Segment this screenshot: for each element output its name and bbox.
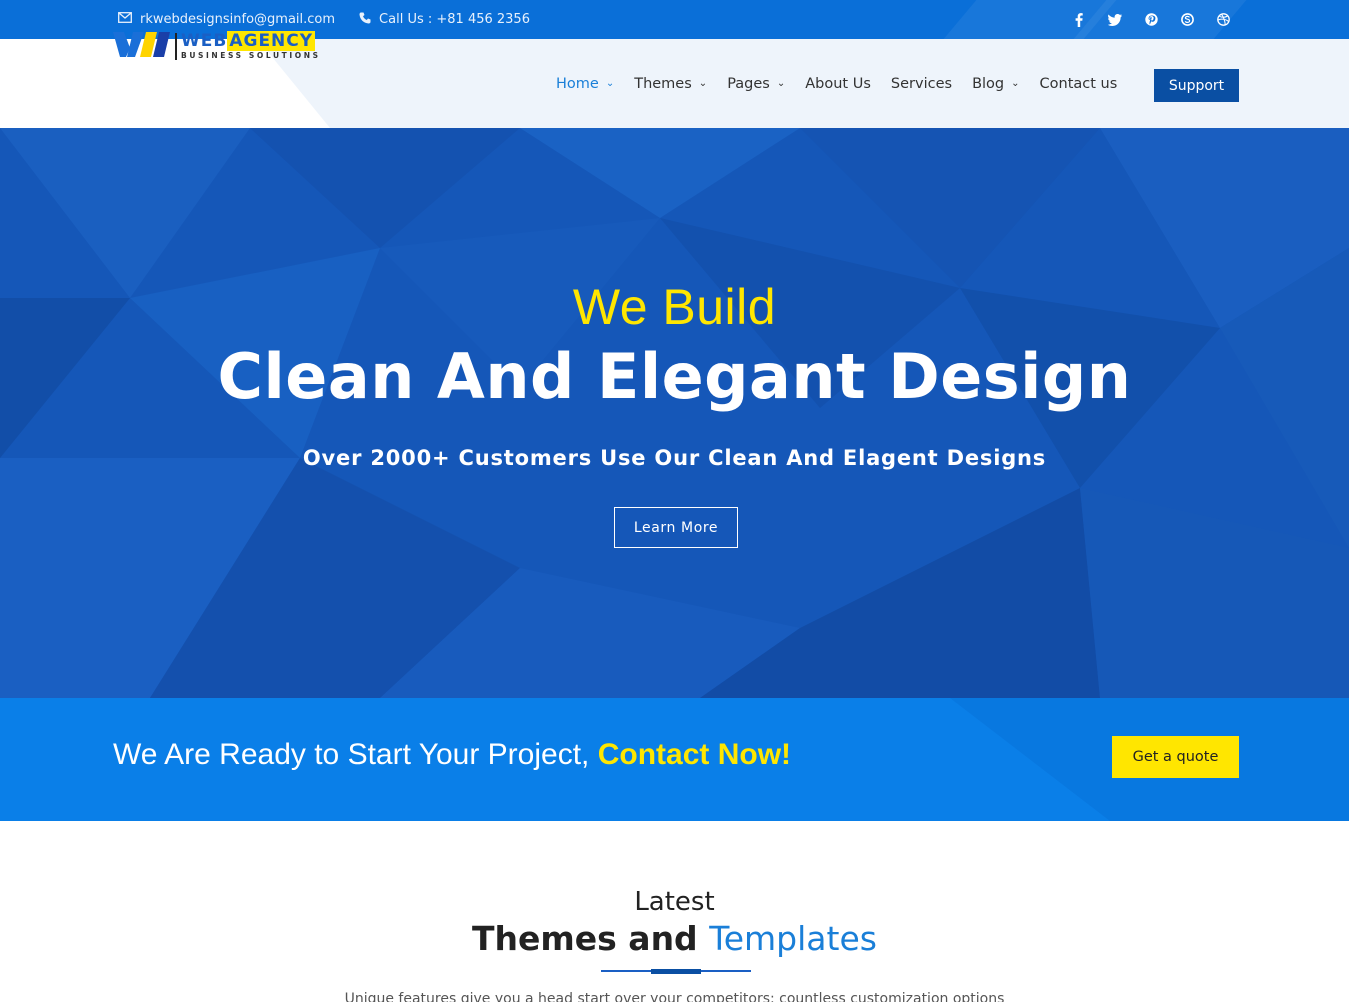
nav-item-pages[interactable]: Pages ⌄ bbox=[727, 76, 785, 92]
cta-highlight[interactable]: Contact Now! bbox=[598, 738, 791, 771]
section-title: Themes and Templates bbox=[0, 919, 1349, 958]
get-quote-button[interactable]: Get a quote bbox=[1112, 736, 1239, 778]
cta-band: We Are Ready to Start Your Project, Cont… bbox=[0, 698, 1349, 821]
nav-item-home[interactable]: Home ⌄ bbox=[556, 76, 614, 92]
cta-message: We Are Ready to Start Your Project, bbox=[113, 738, 590, 771]
chevron-down-icon: ⌄ bbox=[776, 78, 786, 89]
hero-title: Clean And Elegant Design bbox=[217, 340, 1132, 413]
latest-themes-section: Latest Themes and Templates Unique featu… bbox=[0, 821, 1349, 1002]
email-text[interactable]: rkwebdesignsinfo@gmail.com bbox=[140, 12, 335, 27]
email-item[interactable]: rkwebdesignsinfo@gmail.com bbox=[118, 12, 335, 27]
phone-text[interactable]: Call Us : +81 456 2356 bbox=[379, 12, 530, 27]
envelope-icon bbox=[118, 12, 140, 27]
hero-content: We Build Clean And Elegant Design Over 2… bbox=[0, 128, 1349, 698]
chevron-down-icon: ⌄ bbox=[605, 78, 615, 89]
hero-banner: We Build Clean And Elegant Design Over 2… bbox=[0, 128, 1349, 698]
dribbble-icon[interactable] bbox=[1205, 0, 1241, 39]
logo-wordmark: WEB AGENCY BUSINESS SOLUTIONS bbox=[175, 30, 321, 60]
cta-text: We Are Ready to Start Your Project, Cont… bbox=[113, 738, 791, 772]
section-title-accent: Templates bbox=[709, 919, 877, 958]
section-title-main: Themes and bbox=[472, 919, 698, 958]
main-nav: Home ⌄ Themes ⌄ Pages ⌄ About Us Services B… bbox=[556, 39, 1137, 128]
support-button[interactable]: Support bbox=[1154, 69, 1239, 102]
logo-mark-icon bbox=[113, 30, 171, 62]
nav-item-about-us[interactable]: About Us bbox=[805, 76, 871, 92]
logo-agency: AGENCY bbox=[227, 30, 316, 51]
twitter-icon[interactable] bbox=[1097, 0, 1133, 39]
nav-item-contact-us[interactable]: Contact us bbox=[1040, 76, 1118, 92]
skype-icon[interactable] bbox=[1169, 0, 1205, 39]
nav-label: Blog bbox=[972, 75, 1005, 92]
phone-icon bbox=[359, 12, 379, 28]
site-logo[interactable]: WEB AGENCY BUSINESS SOLUTIONS bbox=[113, 30, 321, 62]
section-divider-accent bbox=[651, 969, 701, 974]
nav-label: Themes bbox=[634, 75, 692, 92]
section-kicker: Latest bbox=[634, 887, 715, 917]
hero-kicker: We Build bbox=[572, 279, 777, 335]
nav-item-services[interactable]: Services bbox=[891, 76, 952, 92]
chevron-down-icon: ⌄ bbox=[1011, 78, 1020, 89]
learn-more-button[interactable]: Learn More bbox=[614, 507, 738, 548]
nav-label: Contact us bbox=[1039, 75, 1118, 92]
nav-item-themes[interactable]: Themes ⌄ bbox=[634, 76, 707, 92]
nav-item-blog[interactable]: Blog ⌄ bbox=[972, 76, 1019, 92]
logo-title: WEB AGENCY bbox=[181, 30, 321, 51]
hero-subtitle: Over 2000+ Customers Use Our Clean And E… bbox=[302, 446, 1047, 470]
nav-label: About Us bbox=[805, 75, 871, 92]
phone-item[interactable]: Call Us : +81 456 2356 bbox=[359, 12, 530, 28]
nav-label: Home bbox=[556, 75, 599, 92]
logo-web: WEB bbox=[181, 30, 228, 51]
section-description: Unique features give you a head start ov… bbox=[344, 991, 1005, 1002]
social-links bbox=[1061, 0, 1241, 39]
nav-label: Services bbox=[890, 75, 953, 92]
nav-label: Pages bbox=[727, 75, 770, 92]
chevron-down-icon: ⌄ bbox=[698, 78, 708, 89]
facebook-icon[interactable] bbox=[1061, 0, 1097, 39]
logo-tagline: BUSINESS SOLUTIONS bbox=[181, 50, 321, 60]
pinterest-icon[interactable] bbox=[1133, 0, 1169, 39]
